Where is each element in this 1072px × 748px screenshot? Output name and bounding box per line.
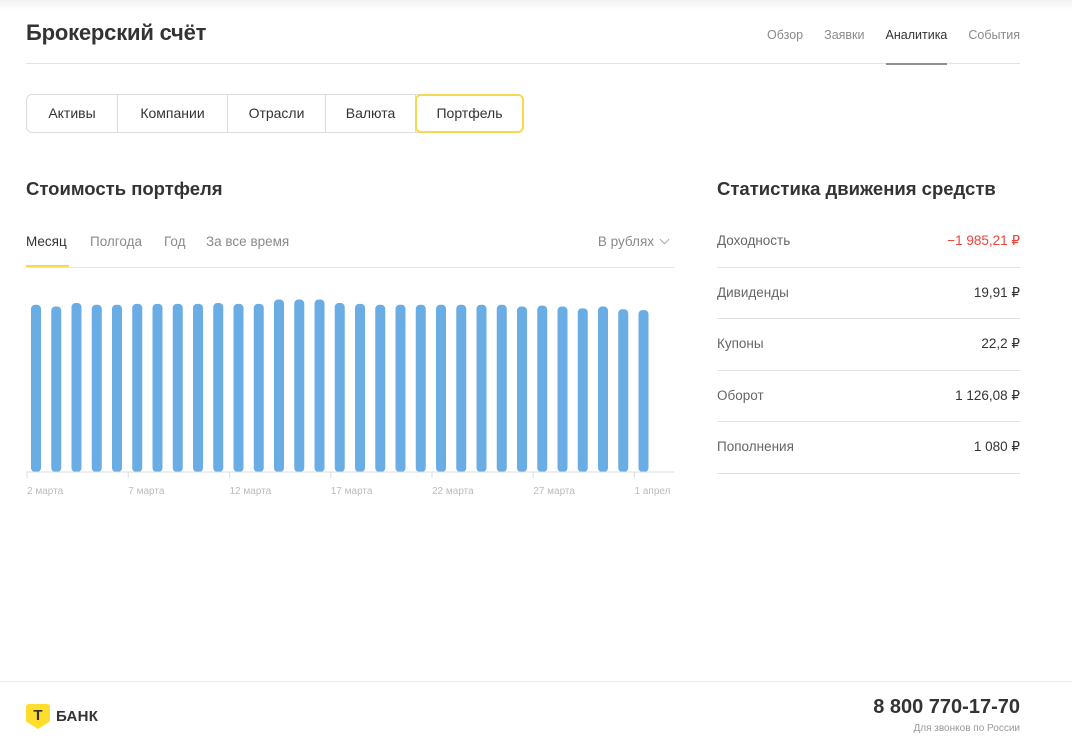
- x-tick-label: 1 апрел: [635, 486, 671, 497]
- currency-label: В рублях: [597, 234, 654, 249]
- analytics-segment-control: Активы Компании Отрасли Валюта Портфель: [26, 94, 524, 133]
- x-tick-label: 17 марта: [331, 486, 373, 497]
- segment-companies[interactable]: Компании: [118, 95, 228, 132]
- stat-value: 1 080 ₽: [973, 439, 1020, 454]
- stat-label: Дивиденды: [717, 284, 789, 300]
- portfolio-value-title: Стоимость портфеля: [26, 178, 223, 199]
- page-header: Брокерский счёт Обзор Заявки Аналитика С…: [26, 0, 1020, 65]
- stat-row-dividends: Дивиденды 19,91 ₽: [717, 268, 1020, 319]
- x-tick-label: 7 марта: [128, 486, 165, 497]
- portfolio-value-chart: 2 марта 7 марта 12 марта 17 марта 22 марта 27…: [26, 299, 674, 497]
- stat-label: Купоны: [717, 336, 764, 351]
- x-tick-label: 12 марта: [230, 486, 272, 497]
- period-tabs: Месяц Полгода Год За все время В рублях: [26, 226, 674, 268]
- chart-bar: [31, 304, 41, 472]
- chart-bar: [71, 303, 82, 472]
- chart-bar: [618, 309, 629, 472]
- stat-row-deposits: Пополнения 1 080 ₽: [717, 422, 1020, 474]
- stat-label: Оборот: [717, 387, 764, 403]
- nav-orders[interactable]: Заявки: [824, 0, 864, 64]
- chart-bar: [112, 304, 122, 472]
- chart-bar: [496, 304, 507, 472]
- chart-bar: [213, 303, 224, 472]
- segment-portfolio[interactable]: Портфель: [415, 94, 524, 133]
- tab-half-year[interactable]: Полгода: [90, 234, 142, 249]
- chart-bar: [132, 303, 143, 472]
- chart-bar: [537, 305, 548, 472]
- shield-logo-icon: Т: [26, 704, 50, 729]
- stat-label: Доходность: [717, 233, 791, 248]
- chart-bar: [355, 303, 365, 472]
- footer: Т БАНК 8 800 770-17-70 Для звонков по Ро…: [0, 681, 1072, 748]
- segment-assets[interactable]: Активы: [27, 95, 118, 132]
- x-tick-label: 2 марта: [27, 486, 64, 497]
- chart-bar: [274, 299, 284, 472]
- chart-bar: [51, 306, 62, 472]
- x-tick-label: 22 марта: [432, 486, 474, 497]
- chart-bar: [577, 308, 588, 472]
- stat-row-yield: Доходность −1 985,21 ₽: [717, 216, 1020, 268]
- chart-bar: [395, 304, 406, 472]
- stat-value: −1 985,21 ₽: [947, 233, 1020, 248]
- chart-bar: [193, 303, 203, 472]
- phone-note: Для звонков по России: [913, 723, 1020, 734]
- segment-currency[interactable]: Валюта: [326, 95, 416, 132]
- chart-bar: [314, 299, 325, 472]
- stat-row-turnover: Оборот 1 126,08 ₽: [717, 371, 1020, 422]
- active-tab-underline: [26, 265, 69, 267]
- chart-bar: [638, 310, 649, 472]
- stat-value: 19,91 ₽: [973, 284, 1020, 300]
- bank-logo[interactable]: Т БАНК: [26, 704, 98, 729]
- stat-value: 1 126,08 ₽: [955, 387, 1020, 403]
- stats-title: Статистика движения средств: [717, 178, 996, 199]
- chart-bar: [415, 304, 426, 472]
- stat-value: 22,2 ₽: [981, 336, 1020, 351]
- stats-list: Доходность −1 985,21 ₽ Дивиденды 19,91 ₽…: [717, 216, 1020, 474]
- chart-bar: [253, 303, 264, 472]
- x-tick-label: 27 марта: [533, 486, 575, 497]
- chart-bar: [375, 304, 386, 472]
- currency-dropdown[interactable]: В рублях: [597, 234, 670, 249]
- top-nav: Обзор Заявки Аналитика События: [746, 0, 1020, 65]
- support-phone[interactable]: 8 800 770-17-70: [873, 696, 1020, 719]
- nav-analytics[interactable]: Аналитика: [885, 0, 947, 65]
- tab-month[interactable]: Месяц: [26, 234, 67, 249]
- chart-bar: [172, 303, 183, 472]
- chart-bar: [91, 304, 102, 472]
- chevron-down-icon: [659, 234, 670, 245]
- logo-text: БАНК: [56, 708, 99, 725]
- chart-bar: [456, 304, 467, 472]
- nav-overview[interactable]: Обзор: [767, 0, 803, 64]
- chart-bar: [557, 306, 568, 472]
- chart-bar: [436, 304, 446, 472]
- chart-bar: [598, 306, 608, 472]
- tab-year[interactable]: Год: [164, 234, 186, 249]
- stat-row-coupons: Купоны 22,2 ₽: [717, 319, 1020, 371]
- chart-bar: [152, 303, 163, 472]
- page-title: Брокерский счёт: [26, 20, 207, 45]
- chart-bar: [476, 304, 487, 472]
- chart-bar: [233, 303, 244, 472]
- segment-industries[interactable]: Отрасли: [228, 95, 326, 132]
- chart-bar: [294, 299, 305, 472]
- tab-all-time[interactable]: За все время: [206, 234, 289, 249]
- nav-events[interactable]: События: [968, 0, 1020, 64]
- chart-bar: [334, 303, 345, 472]
- stat-label: Пополнения: [717, 439, 794, 454]
- chart-bar: [517, 306, 527, 472]
